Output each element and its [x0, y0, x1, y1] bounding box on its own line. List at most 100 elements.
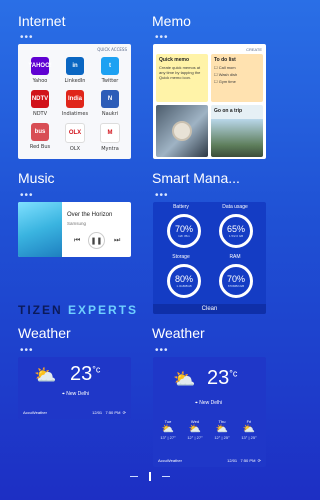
refresh-icon[interactable]: ⟳ — [258, 458, 261, 463]
ram-gauge[interactable]: 70% 670MB/1GB — [219, 264, 253, 298]
data-usage-gauge[interactable]: 65% 1.5/2.0 GB — [219, 214, 253, 248]
album-art — [18, 202, 62, 257]
app-label: Naukri — [101, 111, 119, 117]
app-ndtv[interactable]: NDTV NDTV — [23, 90, 57, 117]
app-naukri[interactable]: N Naukri — [93, 90, 127, 117]
weather-small-more-icon[interactable]: ••• — [20, 346, 34, 356]
partly-cloudy-icon: ⛅ — [34, 365, 57, 385]
memo-widget[interactable]: CREATE Quick memo Create quick memos at … — [153, 44, 266, 159]
todo-item: ☐ Call mom — [214, 65, 236, 70]
battery-label: Battery — [173, 204, 189, 210]
data-usage-pct: 65% — [226, 224, 245, 234]
ndtv-icon: NDTV — [31, 90, 49, 108]
watermark-part2: EXPERTS — [68, 303, 139, 317]
twitter-icon: t — [101, 57, 119, 75]
next-icon[interactable]: ⏭ — [114, 237, 120, 245]
app-label: NDTV — [32, 111, 48, 117]
app-label: Red Bus — [29, 144, 51, 150]
partly-cloudy-icon: ⛅ — [161, 424, 175, 435]
smart-manager-title: Smart Mana... — [152, 170, 240, 186]
myntra-icon: M — [100, 123, 120, 143]
photo-memo-image[interactable] — [156, 105, 208, 157]
refresh-icon[interactable]: ⟳ — [123, 410, 126, 415]
redbus-icon: bus — [31, 123, 49, 141]
weather-small-city: ⌖ New Delhi — [62, 391, 90, 397]
page-dot-current[interactable] — [149, 472, 151, 481]
memo-more-icon[interactable]: ••• — [155, 33, 169, 43]
forecast-range: 13° | 25° — [241, 435, 257, 440]
forecast-day: Fri ⛅ 13° | 25° — [236, 419, 262, 440]
clean-button[interactable]: Clean — [153, 304, 266, 314]
data-usage-sub: 1.5/2.0 GB — [228, 234, 244, 238]
weather-large-time: 7:50 PM — [240, 457, 256, 463]
trip-photo — [211, 119, 263, 157]
todo-item: ☐ Wash dish — [214, 72, 238, 77]
app-red-bus[interactable]: bus Red Bus — [23, 123, 57, 150]
quick-memo-note[interactable]: Quick memo Create quick memos at any tim… — [156, 54, 208, 102]
weather-large-footer: AccuWeather 12/01 7:50 PM ⟳ — [153, 455, 266, 465]
pause-button[interactable]: ❚❚ — [88, 232, 105, 249]
partly-cloudy-icon: ⛅ — [188, 424, 202, 435]
weather-small-footer: AccuWeather 12/01 7:50 PM ⟳ — [18, 407, 131, 417]
accuweather-logo: AccuWeather — [158, 457, 182, 463]
music-widget[interactable]: Over the Horizon Samsung ⏮ ❚❚ ⏭ — [18, 202, 131, 257]
forecast-day: Tue ⛅ 13° | 27° — [155, 419, 181, 440]
weather-small-widget[interactable]: ⛅ 23°c ⌖ New Delhi AccuWeather 12/01 7:5… — [18, 357, 131, 419]
quick-access-label: QUICK ACCESS — [97, 47, 127, 52]
app-linkedin[interactable]: in LinkedIn — [58, 57, 92, 84]
yahoo-icon: YAHOO! — [28, 57, 52, 75]
olx-icon: OLX — [65, 123, 85, 143]
app-label: OLX — [69, 146, 81, 152]
app-label: LinkedIn — [64, 78, 86, 84]
todo-item: ☐ Gym time — [214, 79, 236, 84]
ram-sub: 670MB/1GB — [227, 284, 245, 288]
music-more-icon[interactable]: ••• — [20, 191, 34, 201]
app-myntra[interactable]: M Myntra — [93, 123, 127, 152]
internet-title: Internet — [18, 13, 66, 29]
previous-icon[interactable]: ⏮ — [74, 237, 80, 245]
weather-large-title: Weather — [152, 325, 205, 341]
app-indiatimes[interactable]: India Indiatimes — [58, 90, 92, 117]
battery-sub: 12h 35m — [178, 234, 190, 238]
memo-create-link[interactable]: CREATE — [246, 47, 262, 52]
storage-pct: 80% — [174, 274, 193, 284]
internet-widget[interactable]: QUICK ACCESS YAHOO! Yahoo in LinkedIn t Twitt… — [18, 44, 131, 159]
naukri-icon: N — [101, 90, 119, 108]
weather-small-date: 12/01 — [92, 409, 103, 415]
app-label: Twitter — [101, 78, 119, 84]
storage-gauge[interactable]: 80% 1.4GB/8GB — [167, 264, 201, 298]
weather-small-time: 7:50 PM — [105, 409, 121, 415]
smart-manager-widget[interactable]: Battery 70% 12h 35m Data usage 65% 1.5/2… — [153, 202, 266, 314]
track-title: Over the Horizon — [67, 212, 113, 218]
forecast-range: 12° | 27° — [187, 435, 203, 440]
partly-cloudy-icon: ⛅ — [173, 369, 196, 389]
app-yahoo[interactable]: YAHOO! Yahoo — [23, 57, 57, 84]
weather-small-temp: 23°c — [70, 363, 101, 385]
page-dot[interactable] — [162, 476, 170, 477]
weather-large-more-icon[interactable]: ••• — [155, 346, 169, 356]
todo-title: To do list — [214, 57, 236, 63]
app-olx[interactable]: OLX OLX — [58, 123, 92, 152]
indiatimes-icon: India — [66, 90, 84, 108]
weather-small-title: Weather — [18, 325, 71, 341]
forecast-range: 13° | 27° — [160, 435, 176, 440]
page-dot[interactable] — [130, 476, 138, 477]
todo-note[interactable]: To do list ☐ Call mom ☐ Wash dish ☐ Gym … — [211, 54, 263, 102]
trip-title: Go on a trip — [214, 108, 243, 114]
weather-large-date: 12/01 — [227, 457, 238, 463]
internet-more-icon[interactable]: ••• — [20, 33, 34, 43]
memo-title: Memo — [152, 13, 191, 29]
tizen-experts-watermark: TIZEN EXPERTS — [18, 303, 138, 317]
data-usage-label: Data usage — [222, 204, 248, 210]
storage-label: Storage — [172, 254, 190, 260]
smart-more-icon[interactable]: ••• — [155, 191, 169, 201]
battery-gauge[interactable]: 70% 12h 35m — [167, 214, 201, 248]
quick-memo-title: Quick memo — [159, 57, 190, 63]
page-indicator[interactable] — [130, 472, 172, 482]
forecast-range: 12° | 25° — [214, 435, 230, 440]
app-twitter[interactable]: t Twitter — [93, 57, 127, 84]
app-label: Yahoo — [32, 78, 48, 84]
weather-large-widget[interactable]: ⛅ 23°c ⌖ New Delhi Tue ⛅ 13° | 27° Wed ⛅ 12° … — [153, 357, 266, 467]
weather-large-city: ⌖ New Delhi — [195, 400, 223, 406]
trip-memo-card[interactable]: Go on a trip — [211, 105, 263, 157]
